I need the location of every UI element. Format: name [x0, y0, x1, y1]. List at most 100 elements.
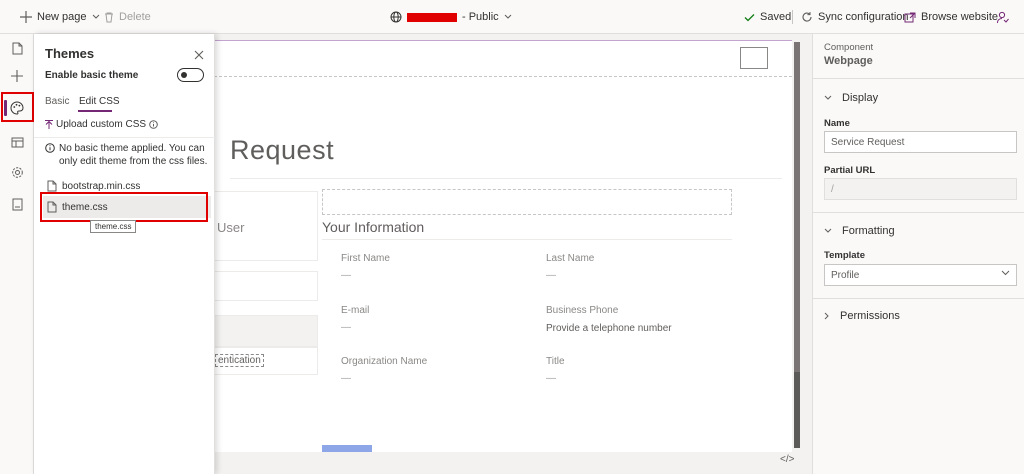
- form-placeholder-box[interactable]: [322, 189, 732, 215]
- chevron-down-icon[interactable]: [92, 14, 100, 20]
- field-label-last-name: Last Name: [546, 253, 595, 264]
- pages-icon: [12, 42, 23, 55]
- sidebar-card-user[interactable]: User: [214, 191, 318, 261]
- info-message-text: No basic theme applied. You can only edi…: [59, 143, 208, 167]
- file-icon: [47, 180, 57, 192]
- page-preview[interactable]: Request User entication Your Information…: [214, 40, 802, 452]
- field-value-email: —: [341, 322, 351, 333]
- sync-configuration-button[interactable]: Sync configuration: [801, 0, 909, 34]
- themes-button-highlight: [1, 92, 34, 122]
- template-dropdown[interactable]: Profile: [824, 264, 1017, 286]
- partial-url-input[interactable]: /: [824, 178, 1017, 200]
- info-message: No basic theme applied. You can only edi…: [45, 142, 210, 168]
- panel-divider: [813, 298, 1024, 299]
- browse-label: Browse website: [921, 11, 999, 23]
- header-placeholder-box[interactable]: [740, 47, 768, 69]
- settings-button[interactable]: [4, 160, 30, 184]
- panel-divider: [813, 212, 1024, 213]
- checkmark-icon: [744, 13, 755, 22]
- feedback-button[interactable]: [996, 0, 1009, 34]
- chevron-down-icon: [824, 228, 832, 234]
- sidebar-card-shaded[interactable]: [214, 315, 318, 347]
- info-icon: [45, 142, 55, 168]
- field-label-organization-name: Organization Name: [341, 356, 428, 367]
- enable-basic-theme-label: Enable basic theme: [45, 70, 139, 81]
- submit-button[interactable]: [322, 445, 372, 452]
- field-label-business-phone: Business Phone: [546, 305, 619, 316]
- sidebar-card-authentication[interactable]: entication: [214, 347, 318, 375]
- field-value-last-name: —: [546, 270, 556, 281]
- formatting-section-title: Formatting: [842, 225, 895, 237]
- partial-url-value: /: [831, 183, 834, 195]
- upload-custom-css-button[interactable]: Upload custom CSS: [45, 119, 158, 130]
- canvas-scrollbar-thumb[interactable]: [794, 42, 800, 372]
- display-section-toggle[interactable]: Display: [824, 92, 878, 104]
- panel-divider: [34, 137, 215, 138]
- templates-button[interactable]: [4, 130, 30, 154]
- section-title[interactable]: Your Information: [322, 219, 424, 235]
- field-label-first-name: First Name: [341, 253, 390, 264]
- delete-label: Delete: [119, 11, 151, 23]
- globe-icon: [390, 11, 402, 23]
- file-tooltip: theme.css: [90, 220, 137, 233]
- add-icon: [11, 70, 23, 82]
- template-label: Template: [824, 250, 866, 261]
- close-panel-button[interactable]: [192, 48, 206, 62]
- left-navigation-rail: [0, 34, 34, 474]
- field-value-title: —: [546, 373, 556, 384]
- card-text-authentication: entication: [215, 354, 264, 367]
- name-label: Name: [824, 118, 850, 129]
- permissions-section-toggle[interactable]: Permissions: [824, 310, 900, 322]
- close-icon: [194, 50, 204, 60]
- site-selector[interactable]: - Public: [390, 0, 512, 34]
- person-feedback-icon: [996, 11, 1009, 24]
- file-name: bootstrap.min.css: [62, 180, 141, 192]
- upload-icon: [45, 119, 53, 130]
- permissions-section-title: Permissions: [840, 310, 900, 322]
- info-icon[interactable]: [149, 120, 158, 129]
- browse-website-button[interactable]: Browse website: [904, 0, 998, 34]
- upload-custom-css-label: Upload custom CSS: [56, 119, 147, 130]
- formatting-section-toggle[interactable]: Formatting: [824, 225, 895, 237]
- data-workspace-button[interactable]: [4, 192, 30, 216]
- tab-basic[interactable]: Basic: [45, 96, 69, 107]
- site-visibility-label: - Public: [462, 11, 499, 23]
- new-page-label: New page: [37, 11, 87, 23]
- chevron-right-icon: [824, 312, 830, 320]
- panel-divider: [813, 78, 1024, 79]
- page-header-area[interactable]: [214, 41, 802, 77]
- active-tab-underline: [78, 110, 112, 112]
- card-text-user: User: [217, 220, 245, 235]
- trash-icon: [104, 12, 114, 23]
- properties-panel: Component Webpage Display Name Service R…: [812, 34, 1024, 474]
- sync-label: Sync configuration: [818, 11, 909, 23]
- toggle-knob: [181, 72, 187, 78]
- add-component-button[interactable]: [4, 64, 30, 88]
- enable-basic-theme-toggle[interactable]: [177, 68, 204, 82]
- sync-icon: [801, 11, 813, 23]
- plus-icon: [20, 11, 32, 23]
- canvas-scrollbar-lower[interactable]: [794, 372, 800, 448]
- redacted-site-name: [407, 12, 457, 22]
- field-value-organization-name: —: [341, 373, 351, 384]
- chevron-down-icon: [1001, 270, 1010, 276]
- field-value-business-phone: Provide a telephone number: [546, 323, 672, 334]
- display-section-title: Display: [842, 92, 879, 104]
- partial-url-label: Partial URL: [824, 165, 876, 176]
- component-label: Component: [824, 42, 874, 53]
- saved-label: Saved: [760, 11, 792, 23]
- tab-edit-css[interactable]: Edit CSS: [79, 96, 120, 107]
- code-view-toggle[interactable]: </>: [780, 454, 794, 465]
- chevron-down-icon: [504, 14, 512, 20]
- delete-button[interactable]: Delete: [104, 0, 151, 34]
- top-command-bar: New page Delete - Public Saved Sync conf…: [0, 0, 1024, 34]
- page-title[interactable]: Request: [230, 135, 334, 166]
- pages-button[interactable]: [4, 36, 30, 60]
- templates-icon: [11, 137, 24, 148]
- sidebar-card-blank[interactable]: [214, 271, 318, 301]
- component-value: Webpage: [824, 55, 873, 67]
- new-page-button[interactable]: New page: [20, 0, 100, 34]
- section-divider: [322, 239, 732, 240]
- template-value: Profile: [831, 269, 860, 281]
- name-input[interactable]: Service Request: [824, 131, 1017, 153]
